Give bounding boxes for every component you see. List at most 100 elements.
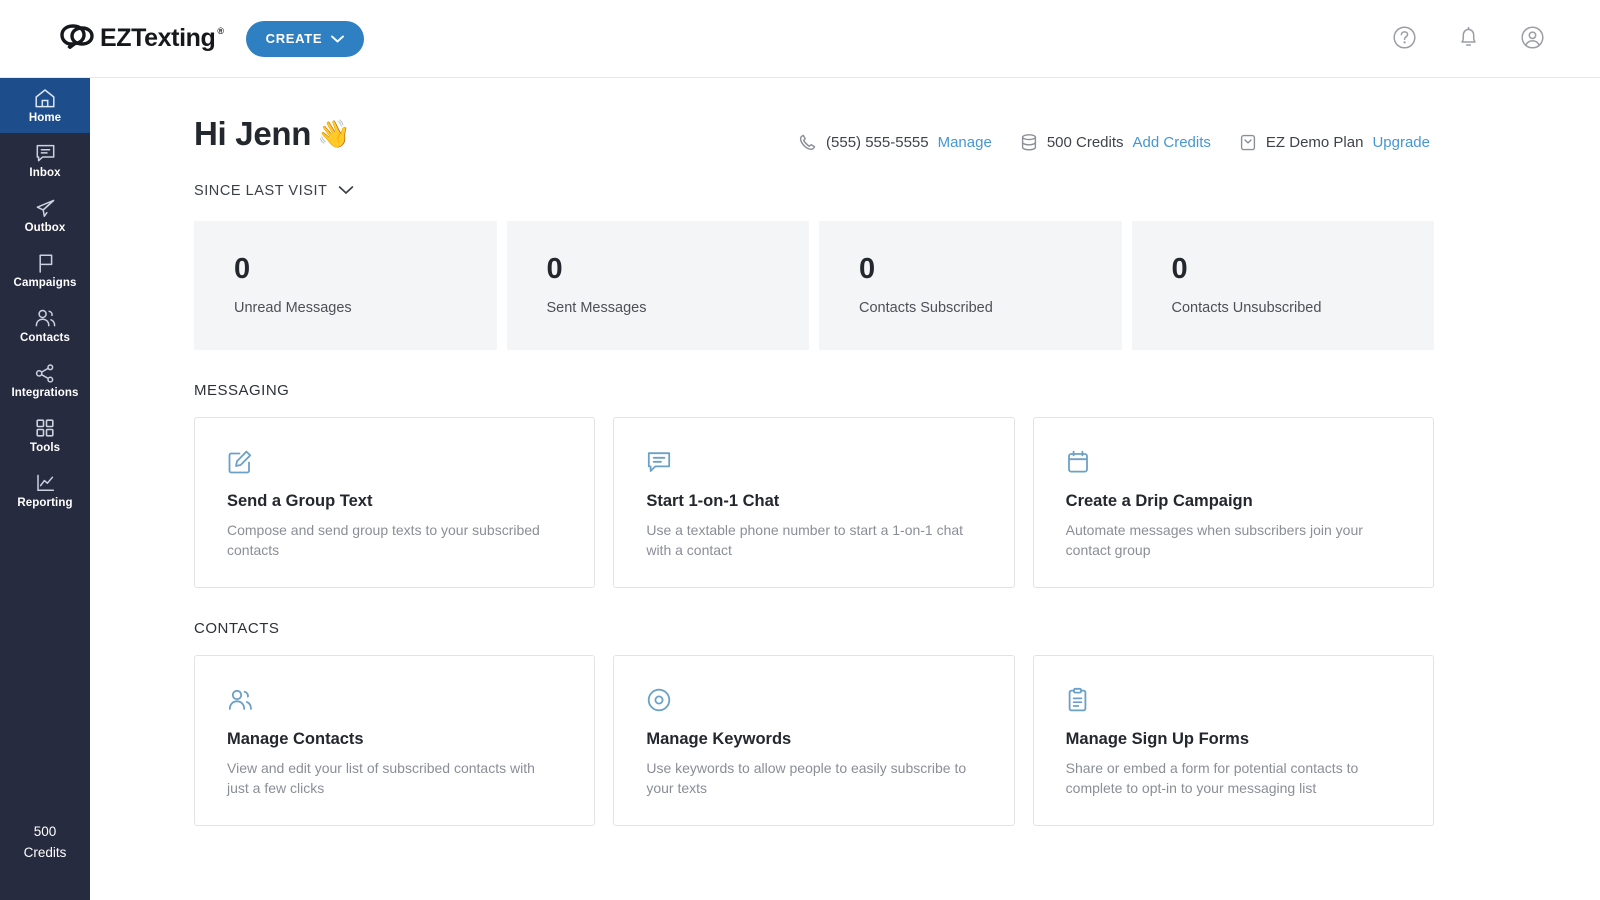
brand-name: EZTexting ® xyxy=(100,24,224,52)
card-description: Use keywords to allow people to easily s… xyxy=(646,760,967,797)
ez-texting-logo-icon xyxy=(60,23,94,54)
sidebar-item-inbox[interactable]: Inbox xyxy=(0,133,90,188)
messaging-cards: Send a Group Text Compose and send group… xyxy=(194,417,1434,588)
sidebar-item-home[interactable]: Home xyxy=(0,78,90,133)
sidebar-item-integrations[interactable]: Integrations xyxy=(0,353,90,408)
sidebar-item-label: Contacts xyxy=(19,332,70,344)
credits-count: 500 Credits xyxy=(1046,134,1124,151)
create-button-label: CREATE xyxy=(265,31,323,46)
sidebar-item-label: Outbox xyxy=(24,222,66,234)
card-create-a-drip-campaign[interactable]: Create a Drip Campaign Automate messages… xyxy=(1032,417,1434,588)
chevron-down-icon xyxy=(338,183,354,199)
card-send-a-group-text[interactable]: Send a Group Text Compose and send group… xyxy=(194,417,596,588)
sidebar-item-label: Inbox xyxy=(29,167,61,179)
card-description: Compose and send group texts to your sub… xyxy=(227,522,540,559)
sidebar-item-label: Campaigns xyxy=(13,277,77,289)
plan-info: EZ Demo Plan Upgrade xyxy=(1239,133,1430,152)
sidebar-item-reporting[interactable]: Reporting xyxy=(0,463,90,518)
stat-card-contacts-subscribed: 0 Contacts Subscribed xyxy=(819,221,1122,350)
card-title: Manage Contacts xyxy=(227,730,364,748)
sidebar-credits-number: 500 xyxy=(33,824,57,839)
account-info-bar: (555) 555-5555 Manage 500 Credits Add Cr… xyxy=(798,115,1430,152)
sidebar-item-campaigns[interactable]: Campaigns xyxy=(0,243,90,298)
card-title: Manage Sign Up Forms xyxy=(1065,730,1250,748)
phone-number: (555) 555-5555 xyxy=(826,134,929,151)
calendar-icon xyxy=(1066,448,1401,476)
card-description: Share or embed a form for potential cont… xyxy=(1065,760,1359,797)
stat-label: Contacts Subscribed xyxy=(859,300,993,316)
sidebar-credits: 500 Credits xyxy=(0,824,90,860)
chat-bubble-icon xyxy=(35,142,56,164)
card-start-1-on-1-chat[interactable]: Start 1-on-1 Chat Use a textable phone n… xyxy=(613,417,1015,588)
sidebar: Home Inbox Outbox Campaigns Contacts Int… xyxy=(0,78,90,900)
nodes-icon xyxy=(34,362,56,384)
sidebar-item-label: Integrations xyxy=(11,387,79,399)
compose-pencil-icon xyxy=(227,448,562,476)
bell-icon xyxy=(1457,25,1480,53)
card-description: Use a textable phone number to start a 1… xyxy=(646,522,964,559)
sidebar-item-label: Home xyxy=(28,112,62,124)
since-last-visit-dropdown[interactable]: SINCE LAST VISIT xyxy=(194,183,354,199)
notifications-button[interactable] xyxy=(1457,25,1480,53)
stat-value: 0 xyxy=(546,253,563,285)
chat-bubble-lines-icon xyxy=(646,448,981,476)
card-manage-keywords[interactable]: Manage Keywords Use keywords to allow pe… xyxy=(613,655,1015,826)
stats-row: 0 Unread Messages 0 Sent Messages 0 Cont… xyxy=(194,221,1434,350)
main-content: Hi Jenn 👋 (555) 555-5555 Manage 500 Cred… xyxy=(90,78,1600,900)
sidebar-item-outbox[interactable]: Outbox xyxy=(0,188,90,243)
card-title: Start 1-on-1 Chat xyxy=(646,492,780,510)
topbar-actions xyxy=(1392,25,1545,53)
question-circle-icon xyxy=(1392,25,1417,53)
line-chart-icon xyxy=(35,472,56,494)
sidebar-item-tools[interactable]: Tools xyxy=(0,408,90,463)
phone-info: (555) 555-5555 Manage xyxy=(798,133,992,152)
stat-label: Contacts Unsubscribed xyxy=(1171,300,1322,316)
page-header: Hi Jenn 👋 (555) 555-5555 Manage 500 Cred… xyxy=(194,78,1600,153)
people-icon xyxy=(227,686,562,714)
brand-logo[interactable]: EZTexting ® xyxy=(60,23,224,54)
target-circle-icon xyxy=(646,686,981,714)
page-title: Hi Jenn 👋 xyxy=(194,115,351,153)
paper-plane-icon xyxy=(35,197,56,219)
upgrade-plan-link[interactable]: Upgrade xyxy=(1372,134,1430,151)
sidebar-item-label: Tools xyxy=(29,442,61,454)
card-manage-sign-up-forms[interactable]: Manage Sign Up Forms Share or embed a fo… xyxy=(1032,655,1434,826)
stat-label: Unread Messages xyxy=(234,300,352,316)
wave-emoji-icon: 👋 xyxy=(317,119,351,149)
card-description: View and edit your list of subscribed co… xyxy=(227,760,535,797)
stat-value: 0 xyxy=(1171,253,1188,285)
user-circle-icon xyxy=(1520,25,1545,53)
plan-name: EZ Demo Plan xyxy=(1265,134,1364,151)
create-button[interactable]: CREATE xyxy=(245,20,365,57)
sidebar-credits-label: Credits xyxy=(23,845,67,860)
clipboard-icon xyxy=(1066,686,1401,714)
grid-squares-icon xyxy=(35,417,55,439)
sidebar-item-contacts[interactable]: Contacts xyxy=(0,298,90,353)
greeting-text: Hi Jenn xyxy=(194,115,312,152)
account-button[interactable] xyxy=(1520,25,1545,53)
phone-icon xyxy=(798,133,817,152)
stat-label: Sent Messages xyxy=(546,300,647,316)
stat-card-sent-messages: 0 Sent Messages xyxy=(506,221,809,350)
card-title: Manage Keywords xyxy=(646,730,792,748)
people-icon xyxy=(34,307,57,329)
home-icon xyxy=(34,87,56,109)
help-button[interactable] xyxy=(1392,25,1417,53)
database-coins-icon xyxy=(1020,133,1038,152)
card-title: Create a Drip Campaign xyxy=(1065,492,1253,510)
section-title-contacts: CONTACTS xyxy=(194,620,280,637)
card-manage-contacts[interactable]: Manage Contacts View and edit your list … xyxy=(194,655,596,826)
top-bar: EZTexting ® CREATE xyxy=(0,0,1600,78)
card-description: Automate messages when subscribers join … xyxy=(1065,522,1363,559)
add-credits-link[interactable]: Add Credits xyxy=(1133,134,1211,151)
flag-icon xyxy=(36,252,55,274)
credits-info: 500 Credits Add Credits xyxy=(1020,133,1211,152)
stat-card-contacts-unsubscribed: 0 Contacts Unsubscribed xyxy=(1131,221,1434,350)
card-title: Send a Group Text xyxy=(227,492,373,510)
stat-card-unread-messages: 0 Unread Messages xyxy=(194,221,497,350)
stat-value: 0 xyxy=(859,253,876,285)
manage-phone-link[interactable]: Manage xyxy=(938,134,992,151)
section-title-messaging: MESSAGING xyxy=(194,382,290,399)
box-chevron-icon xyxy=(1239,133,1257,152)
contacts-cards: Manage Contacts View and edit your list … xyxy=(194,655,1434,826)
